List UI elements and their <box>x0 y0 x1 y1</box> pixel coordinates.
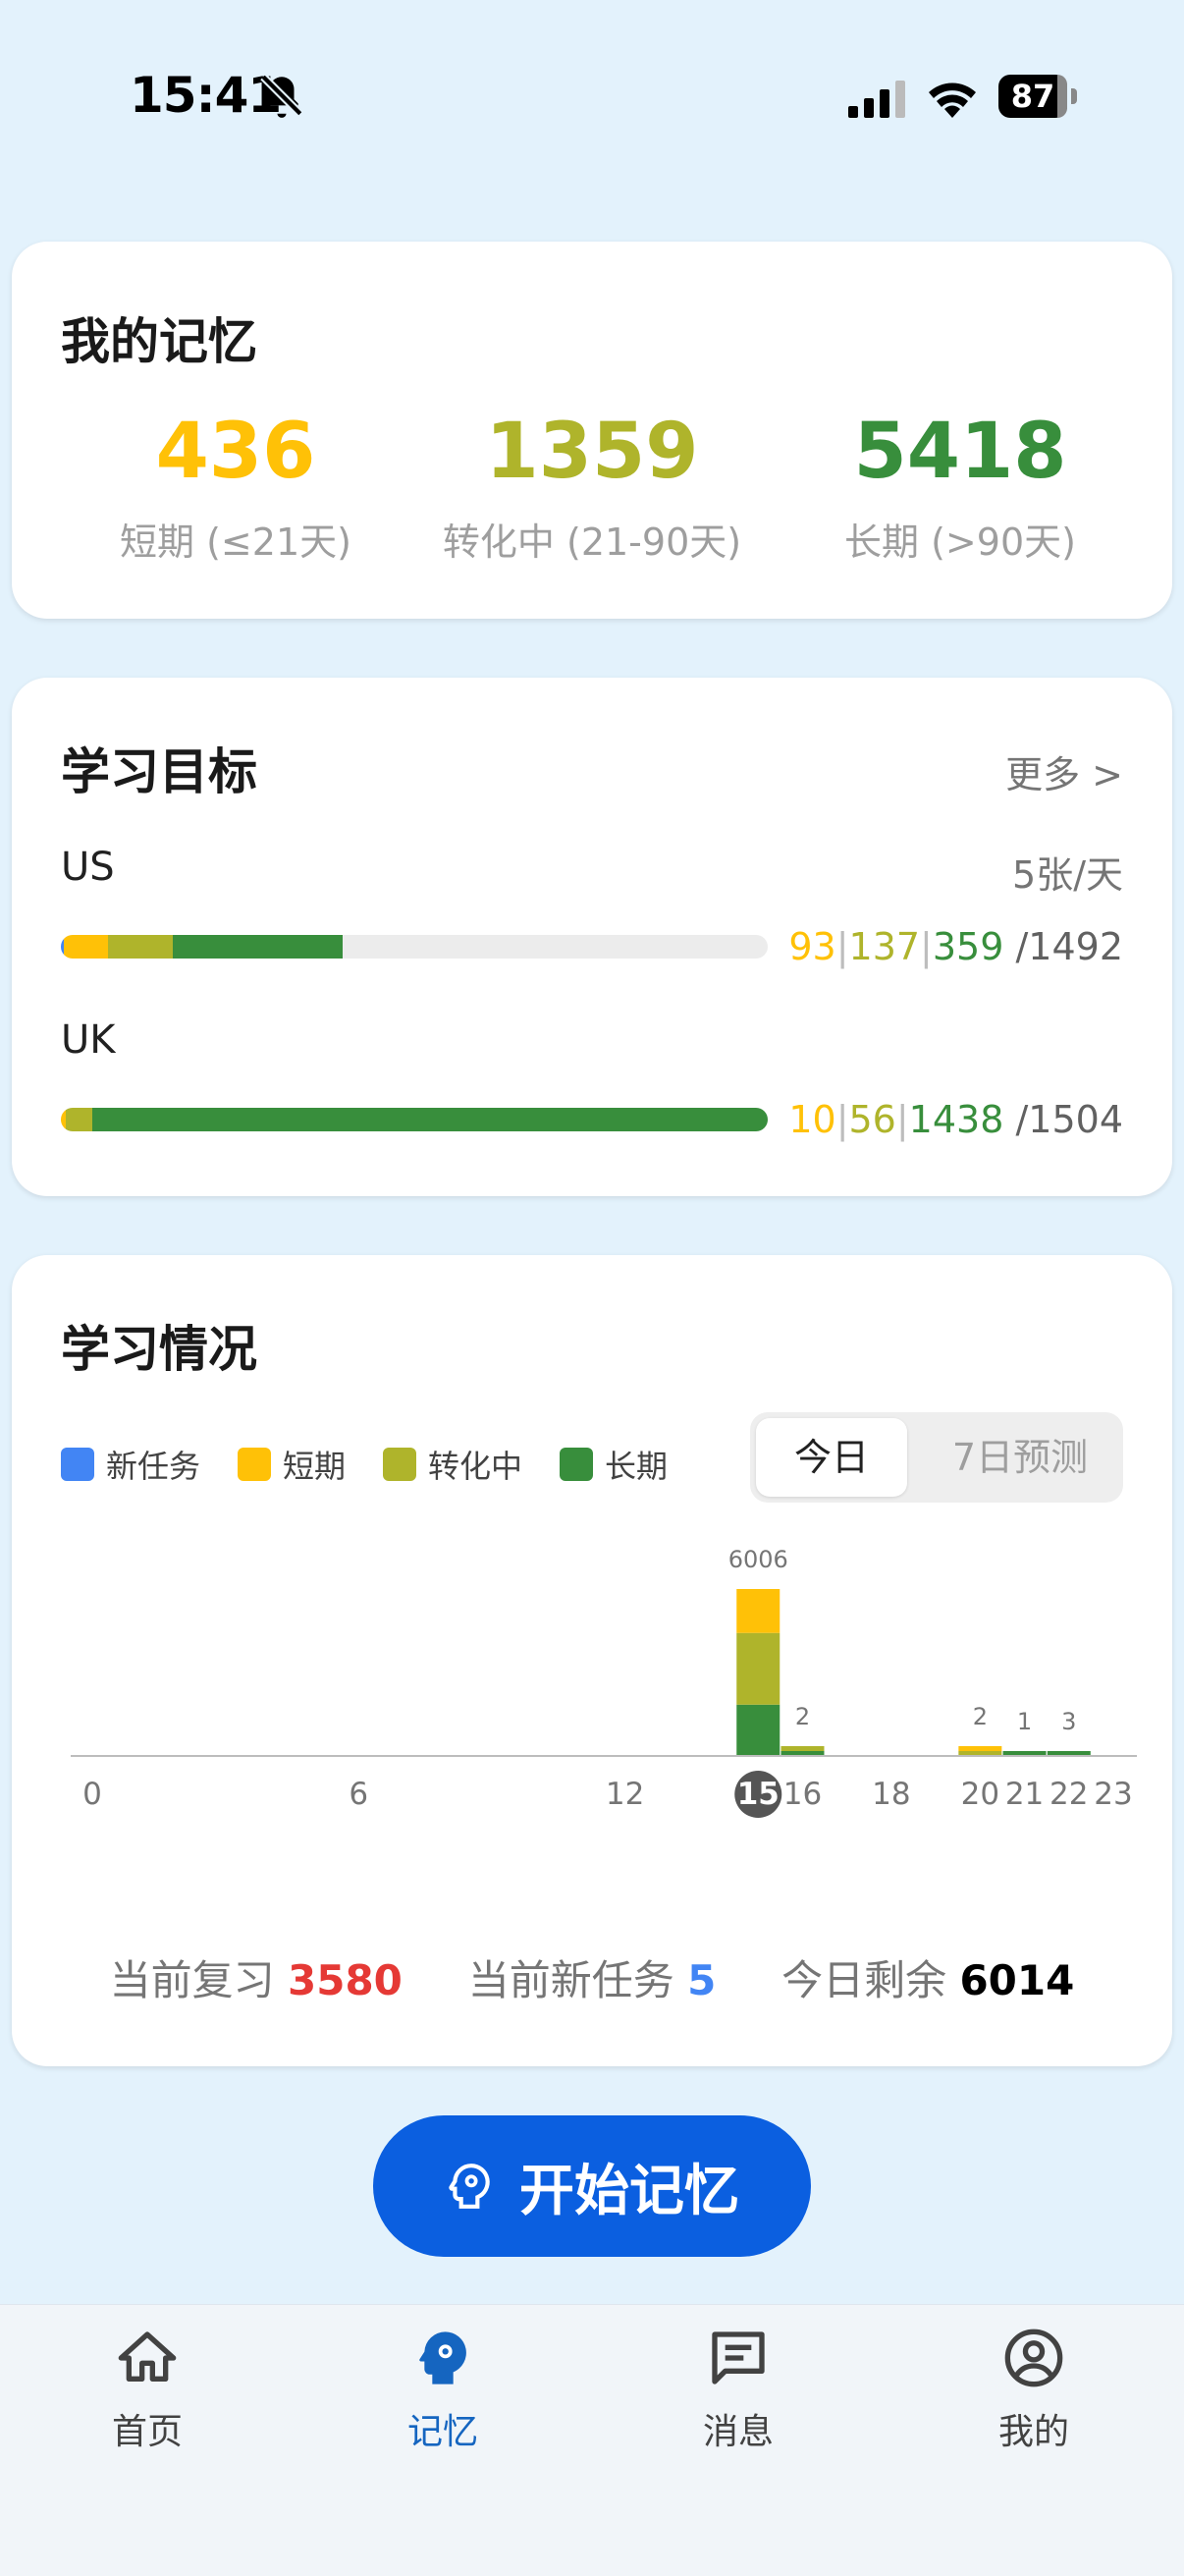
x-tick-label: 15 <box>737 1777 780 1812</box>
short-term-stat: 436 短期 (≤21天) <box>59 413 412 566</box>
bar-segment <box>736 1632 780 1705</box>
new-task-count: 5 <box>687 1956 717 2004</box>
x-tick-label: 6 <box>349 1777 368 1812</box>
bar-total-label: 1 <box>1017 1708 1032 1735</box>
bar-segment <box>736 1704 780 1756</box>
new-task-label: 当前新任务 <box>467 1956 674 2004</box>
bottom-nav: 首页 记忆 消息 我的 <box>0 2304 1184 2576</box>
x-tick-label: 0 <box>82 1777 102 1812</box>
bar-total-label: 2 <box>795 1703 810 1730</box>
goals-card: 学习目标 更多 > US 5张/天 93|137|359 /1492 UK 10… <box>12 678 1172 1196</box>
goal-progress-us <box>61 935 768 959</box>
long-term-count: 5418 <box>853 408 1067 496</box>
goal-name-us[interactable]: US <box>61 845 115 890</box>
goal-name-uk[interactable]: UK <box>61 1017 116 1063</box>
bar-total-label: 3 <box>1061 1708 1076 1735</box>
review-count: 3580 <box>288 1956 403 2004</box>
battery-indicator: 87 <box>998 75 1077 118</box>
nav-messages[interactable]: 消息 <box>640 2327 836 2454</box>
bar-total-label: 2 <box>973 1703 988 1730</box>
hourly-chart: 60062 2 1 30 6 12 15 16 18 20 21 22 23 <box>71 1546 1137 1818</box>
memory-title: 我的记忆 <box>61 313 257 370</box>
legend-short: 短期 <box>238 1442 346 1487</box>
brain-head-icon <box>449 2164 490 2209</box>
long-term-label: 长期 (>90天) <box>844 521 1076 564</box>
more-link[interactable]: 更多 > <box>1005 744 1123 798</box>
nav-home[interactable]: 首页 <box>49 2327 245 2454</box>
bar-segment <box>736 1589 780 1633</box>
nav-memory[interactable]: 记忆 <box>345 2327 541 2454</box>
bar-total-label: 6006 <box>728 1546 788 1573</box>
tab-today[interactable]: 今日 <box>756 1418 907 1497</box>
study-summary: 当前复习 3580 当前新任务 5 今日剩余 6014 <box>12 1947 1172 2007</box>
legend-new-task: 新任务 <box>61 1442 200 1487</box>
period-toggle: 今日 7日预测 <box>750 1412 1123 1503</box>
account-circle-icon <box>1004 2329 1063 2387</box>
review-label: 当前复习 <box>109 1956 275 2004</box>
long-term-stat: 5418 长期 (>90天) <box>783 413 1137 566</box>
transition-stat: 1359 转化中 (21-90天) <box>415 413 769 566</box>
goal-progress-uk <box>61 1108 768 1131</box>
nav-messages-label: 消息 <box>702 2412 774 2452</box>
home-icon <box>118 2331 177 2382</box>
goal-stats-us: 93|137|359 /1492 <box>788 925 1123 968</box>
chart-legend: 新任务 短期 转化中 长期 <box>61 1442 705 1487</box>
transition-label: 转化中 (21-90天) <box>442 521 742 564</box>
x-tick-label: 20 <box>961 1777 999 1812</box>
nav-memory-label: 记忆 <box>406 2412 478 2452</box>
short-term-label: 短期 (≤21天) <box>120 521 351 564</box>
bar-segment <box>958 1746 1002 1751</box>
nav-profile-label: 我的 <box>997 2412 1069 2452</box>
x-tick-label: 18 <box>872 1777 910 1812</box>
nav-profile[interactable]: 我的 <box>936 2327 1132 2454</box>
remaining-count: 6014 <box>959 1956 1075 2004</box>
goal-rate-us: 5张/天 <box>1012 853 1123 897</box>
x-tick-label: 22 <box>1049 1777 1088 1812</box>
x-tick-label: 16 <box>783 1777 822 1812</box>
bar-segment <box>780 1746 825 1751</box>
nav-home-label: 首页 <box>111 2412 183 2452</box>
cell-signal-icon <box>848 81 905 118</box>
start-memory-button[interactable]: 开始记忆 <box>373 2115 811 2257</box>
memory-card: 我的记忆 436 短期 (≤21天) 1359 转化中 (21-90天) 541… <box>12 242 1172 619</box>
start-button-label: 开始记忆 <box>519 2159 739 2221</box>
goals-title: 学习目标 <box>61 743 257 800</box>
x-tick-label: 21 <box>1005 1777 1044 1812</box>
tab-7day-forecast[interactable]: 7日预测 <box>927 1418 1113 1497</box>
legend-long: 长期 <box>560 1442 668 1487</box>
wifi-icon <box>929 82 976 118</box>
x-tick-label: 23 <box>1094 1777 1132 1812</box>
short-term-count: 436 <box>155 408 316 496</box>
bell-muted-icon <box>260 74 303 118</box>
x-tick-label: 12 <box>606 1777 644 1812</box>
legend-transition: 转化中 <box>383 1442 522 1487</box>
goal-stats-uk: 10|56|1438 /1504 <box>788 1098 1123 1141</box>
transition-count: 1359 <box>485 408 699 496</box>
battery-level: 87 <box>1010 78 1055 115</box>
brain-head-icon <box>419 2331 466 2384</box>
study-title: 学习情况 <box>61 1321 257 1378</box>
remaining-label: 今日剩余 <box>781 1956 947 2004</box>
message-icon <box>712 2331 765 2384</box>
study-card: 学习情况 新任务 短期 转化中 长期 今日 7日预测 6006 2 2 1 3 0 6 12 1… <box>12 1255 1172 2066</box>
